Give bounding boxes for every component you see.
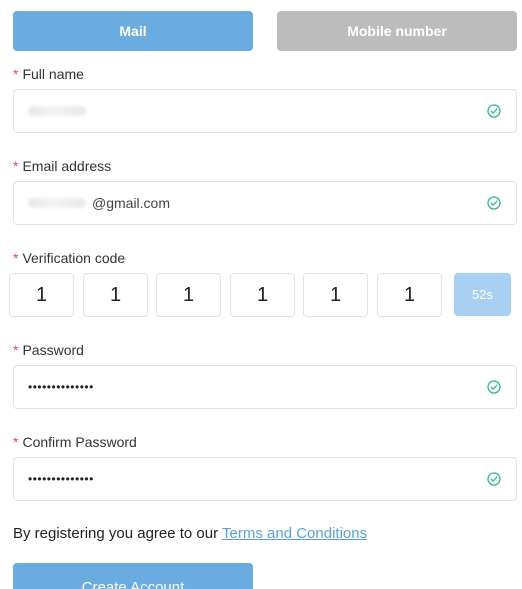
code-digit-1[interactable]: 1 xyxy=(9,273,74,317)
full-name-label: * Full name xyxy=(13,65,84,83)
email-text: @gmail.com xyxy=(92,195,171,211)
confirm-password-field[interactable]: •••••••••••••• xyxy=(13,457,517,501)
confirm-password-label-text: Confirm Password xyxy=(22,434,137,450)
create-account-button[interactable]: Create Account xyxy=(13,563,253,589)
verification-label: * Verification code xyxy=(13,249,125,267)
code-digit-3[interactable]: 1 xyxy=(156,273,221,317)
redacted-text xyxy=(28,198,86,208)
registration-form: Mail Mobile number * Full name * Email a… xyxy=(0,0,522,589)
required-asterisk: * xyxy=(13,434,19,450)
resend-code-button[interactable]: 52s xyxy=(454,273,511,316)
check-circle-icon xyxy=(487,196,501,210)
email-label-text: Email address xyxy=(22,158,112,174)
code-digit-6[interactable]: 1 xyxy=(377,273,442,317)
required-asterisk: * xyxy=(13,158,19,174)
confirm-password-label: * Confirm Password xyxy=(13,433,137,451)
check-circle-icon xyxy=(487,380,501,394)
required-asterisk: * xyxy=(13,250,19,266)
agreement-prefix: By registering you agree to our xyxy=(13,525,223,542)
password-label: * Password xyxy=(13,341,84,359)
verification-label-text: Verification code xyxy=(22,250,126,266)
tab-mobile-number[interactable]: Mobile number xyxy=(277,11,517,51)
code-digit-4[interactable]: 1 xyxy=(230,273,295,317)
email-field[interactable]: @gmail.com xyxy=(13,181,517,225)
password-dots: •••••••••••••• xyxy=(28,380,94,394)
check-circle-icon xyxy=(487,472,501,486)
terms-link[interactable]: Terms and Conditions xyxy=(222,525,367,542)
password-value: •••••••••••••• xyxy=(28,366,94,408)
full-name-field[interactable] xyxy=(13,89,517,133)
full-name-label-text: Full name xyxy=(22,66,84,82)
full-name-value xyxy=(28,90,92,132)
password-field[interactable]: •••••••••••••• xyxy=(13,365,517,409)
required-asterisk: * xyxy=(13,342,19,358)
code-digit-5[interactable]: 1 xyxy=(303,273,368,317)
password-label-text: Password xyxy=(22,342,84,358)
check-circle-icon xyxy=(487,104,501,118)
code-digit-2[interactable]: 1 xyxy=(83,273,148,317)
agreement-text: By registering you agree to our Terms an… xyxy=(13,525,367,542)
confirm-password-value: •••••••••••••• xyxy=(28,458,94,500)
email-label: * Email address xyxy=(13,157,111,175)
email-value: @gmail.com xyxy=(28,182,170,224)
redacted-text xyxy=(28,106,86,116)
confirm-password-dots: •••••••••••••• xyxy=(28,472,94,486)
required-asterisk: * xyxy=(13,66,19,82)
tab-mail[interactable]: Mail xyxy=(13,11,253,51)
